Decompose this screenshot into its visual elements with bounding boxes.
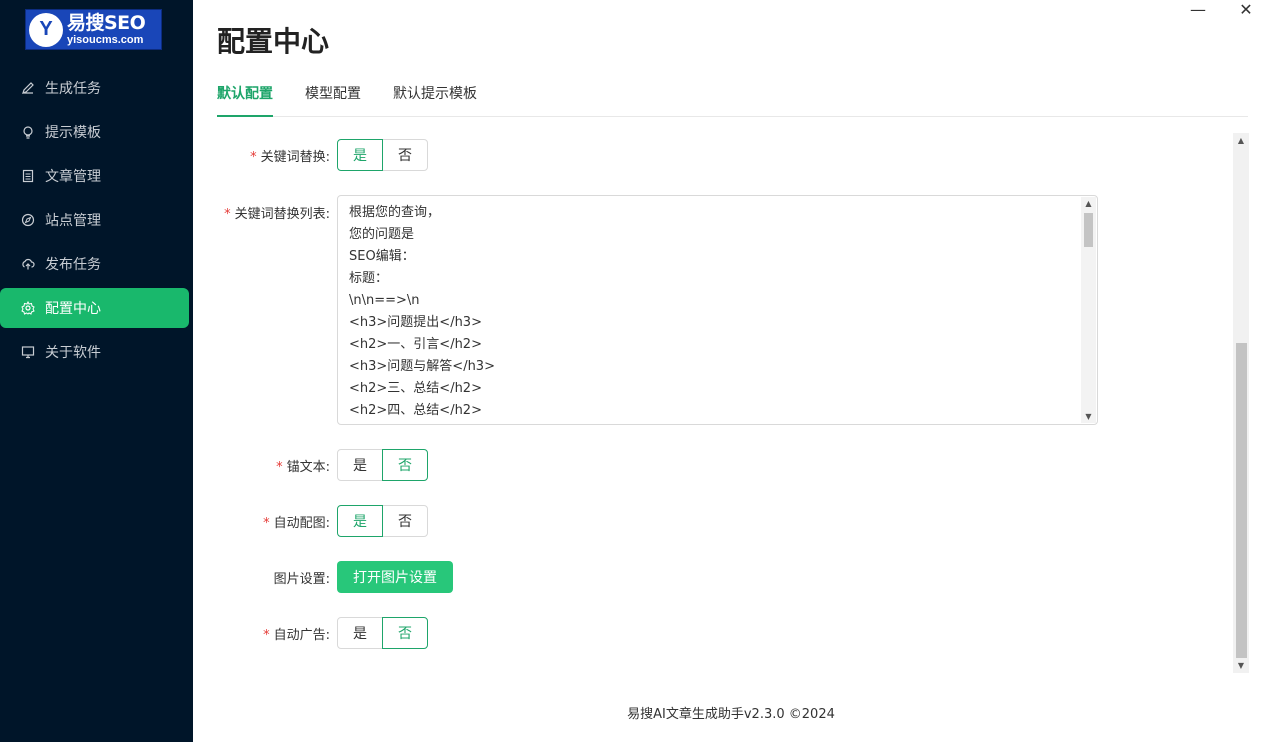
textarea-line: 根据您的查询， bbox=[349, 205, 441, 220]
anchor-text-yes[interactable]: 是 bbox=[337, 449, 383, 481]
sidebar-item-site-management[interactable]: 站点管理 bbox=[0, 200, 189, 240]
auto-ads-row: * 自动广告: 是 否 bbox=[217, 617, 428, 649]
window-controls: — ✕ bbox=[1189, 0, 1255, 19]
form-label: * 关键词替换列表: bbox=[224, 207, 330, 222]
main-content: — ✕ 配置中心 默认配置 模型配置 默认提示模板 * 关键词替换: 是 否 * 关… bbox=[193, 0, 1269, 742]
page-scrollbar[interactable]: ▲ ▼ bbox=[1233, 133, 1249, 673]
minimize-button[interactable]: — bbox=[1189, 0, 1207, 19]
auto-ads-radio: 是 否 bbox=[337, 617, 428, 649]
auto-image-radio: 是 否 bbox=[337, 505, 428, 537]
sidebar-item-label: 关于软件 bbox=[45, 345, 101, 361]
document-icon bbox=[20, 168, 36, 184]
sidebar-item-about[interactable]: 关于软件 bbox=[0, 332, 189, 372]
sidebar-item-label: 站点管理 bbox=[45, 213, 101, 229]
scroll-down-arrow-icon[interactable]: ▼ bbox=[1233, 661, 1249, 670]
sidebar-item-config-center[interactable]: 配置中心 bbox=[0, 288, 189, 328]
form-label: 图片设置: bbox=[273, 571, 330, 587]
form-label: * 关键词替换: bbox=[250, 149, 330, 165]
compass-icon bbox=[20, 212, 36, 228]
auto-image-yes[interactable]: 是 bbox=[337, 505, 383, 537]
scroll-up-arrow-icon[interactable]: ▲ bbox=[1233, 136, 1249, 145]
tab-default-prompt-template[interactable]: 默认提示模板 bbox=[393, 80, 477, 117]
keyword-replace-yes[interactable]: 是 bbox=[337, 139, 383, 171]
monitor-icon bbox=[20, 344, 36, 360]
edit-icon bbox=[20, 80, 36, 96]
sidebar-item-label: 配置中心 bbox=[45, 301, 101, 317]
sidebar-item-label: 文章管理 bbox=[45, 169, 101, 185]
textarea-line: SEO编辑： bbox=[349, 249, 415, 264]
keyword-replace-radio: 是 否 bbox=[337, 139, 428, 171]
app-logo: Y 易搜SEO yisoucms.com bbox=[25, 9, 162, 50]
textarea-line: <h3>问题与解答</h3> bbox=[349, 359, 495, 374]
form-label: * 自动广告: bbox=[263, 627, 330, 643]
auto-ads-yes[interactable]: 是 bbox=[337, 617, 383, 649]
textarea-line: <h2>一、引言</h2> bbox=[349, 337, 482, 352]
textarea-line: 标题： bbox=[349, 271, 389, 286]
keyword-replace-no[interactable]: 否 bbox=[382, 139, 428, 171]
page-scroll-thumb[interactable] bbox=[1236, 343, 1247, 658]
scroll-up-arrow-icon[interactable]: ▲ bbox=[1081, 199, 1096, 208]
anchor-text-no[interactable]: 否 bbox=[382, 449, 428, 481]
logo-mark: Y bbox=[29, 12, 63, 47]
sidebar-item-generate-task[interactable]: 生成任务 bbox=[0, 68, 189, 108]
gear-icon bbox=[20, 300, 36, 316]
sidebar-item-label: 提示模板 bbox=[45, 125, 101, 141]
keyword-replace-row: * 关键词替换: 是 否 bbox=[217, 139, 428, 171]
keyword-list-row: * 关键词替换列表: 根据您的查询， 您的问题是 SEO编辑： 标题： \n\n=… bbox=[217, 195, 1098, 425]
textarea-scrollbar[interactable]: ▲ ▼ bbox=[1081, 197, 1096, 423]
form-label: * 自动配图: bbox=[263, 515, 330, 531]
textarea-line: \n\n==>\n bbox=[349, 293, 420, 308]
footer-text: 易搜AI文章生成助手v2.3.0 ©2024 bbox=[627, 707, 835, 722]
logo-title: 易搜SEO bbox=[67, 11, 146, 34]
textarea-scroll-thumb[interactable] bbox=[1084, 213, 1093, 247]
auto-image-row: * 自动配图: 是 否 bbox=[217, 505, 428, 537]
auto-ads-no[interactable]: 否 bbox=[382, 617, 428, 649]
bulb-icon bbox=[20, 124, 36, 140]
tab-model-config[interactable]: 模型配置 bbox=[305, 80, 361, 117]
sidebar: Y 易搜SEO yisoucms.com 生成任务 提示模板 文章管理 站点管理… bbox=[0, 0, 193, 742]
sidebar-item-article-management[interactable]: 文章管理 bbox=[0, 156, 189, 196]
textarea-line: <h3>问题提出</h3> bbox=[349, 315, 482, 330]
sidebar-item-label: 生成任务 bbox=[45, 81, 101, 97]
tab-bar: 默认配置 模型配置 默认提示模板 bbox=[217, 80, 1248, 117]
logo-subtitle: yisoucms.com bbox=[67, 33, 144, 46]
auto-image-no[interactable]: 否 bbox=[382, 505, 428, 537]
tab-default-config[interactable]: 默认配置 bbox=[217, 80, 273, 117]
anchor-text-row: * 锚文本: 是 否 bbox=[217, 449, 428, 481]
sidebar-item-publish-task[interactable]: 发布任务 bbox=[0, 244, 189, 284]
sidebar-item-label: 发布任务 bbox=[45, 257, 101, 273]
textarea-line: 您的问题是 bbox=[349, 227, 415, 242]
close-button[interactable]: ✕ bbox=[1237, 0, 1255, 19]
keyword-list-textarea[interactable]: 根据您的查询， 您的问题是 SEO编辑： 标题： \n\n==>\n <h3>问… bbox=[337, 195, 1098, 425]
open-image-settings-button[interactable]: 打开图片设置 bbox=[337, 561, 453, 593]
anchor-text-radio: 是 否 bbox=[337, 449, 428, 481]
textarea-line: <h2>四、总结</h2> bbox=[349, 403, 482, 418]
form-label: * 锚文本: bbox=[276, 459, 330, 475]
sidebar-menu: 生成任务 提示模板 文章管理 站点管理 发布任务 配置中心 关于软件 bbox=[0, 68, 193, 376]
page-title: 配置中心 bbox=[217, 25, 330, 58]
textarea-line: <h2>三、总结</h2> bbox=[349, 381, 482, 396]
cloud-upload-icon bbox=[20, 256, 36, 272]
sidebar-item-prompt-template[interactable]: 提示模板 bbox=[0, 112, 189, 152]
scroll-down-arrow-icon[interactable]: ▼ bbox=[1081, 412, 1096, 421]
image-settings-row: 图片设置: 打开图片设置 bbox=[217, 561, 453, 593]
